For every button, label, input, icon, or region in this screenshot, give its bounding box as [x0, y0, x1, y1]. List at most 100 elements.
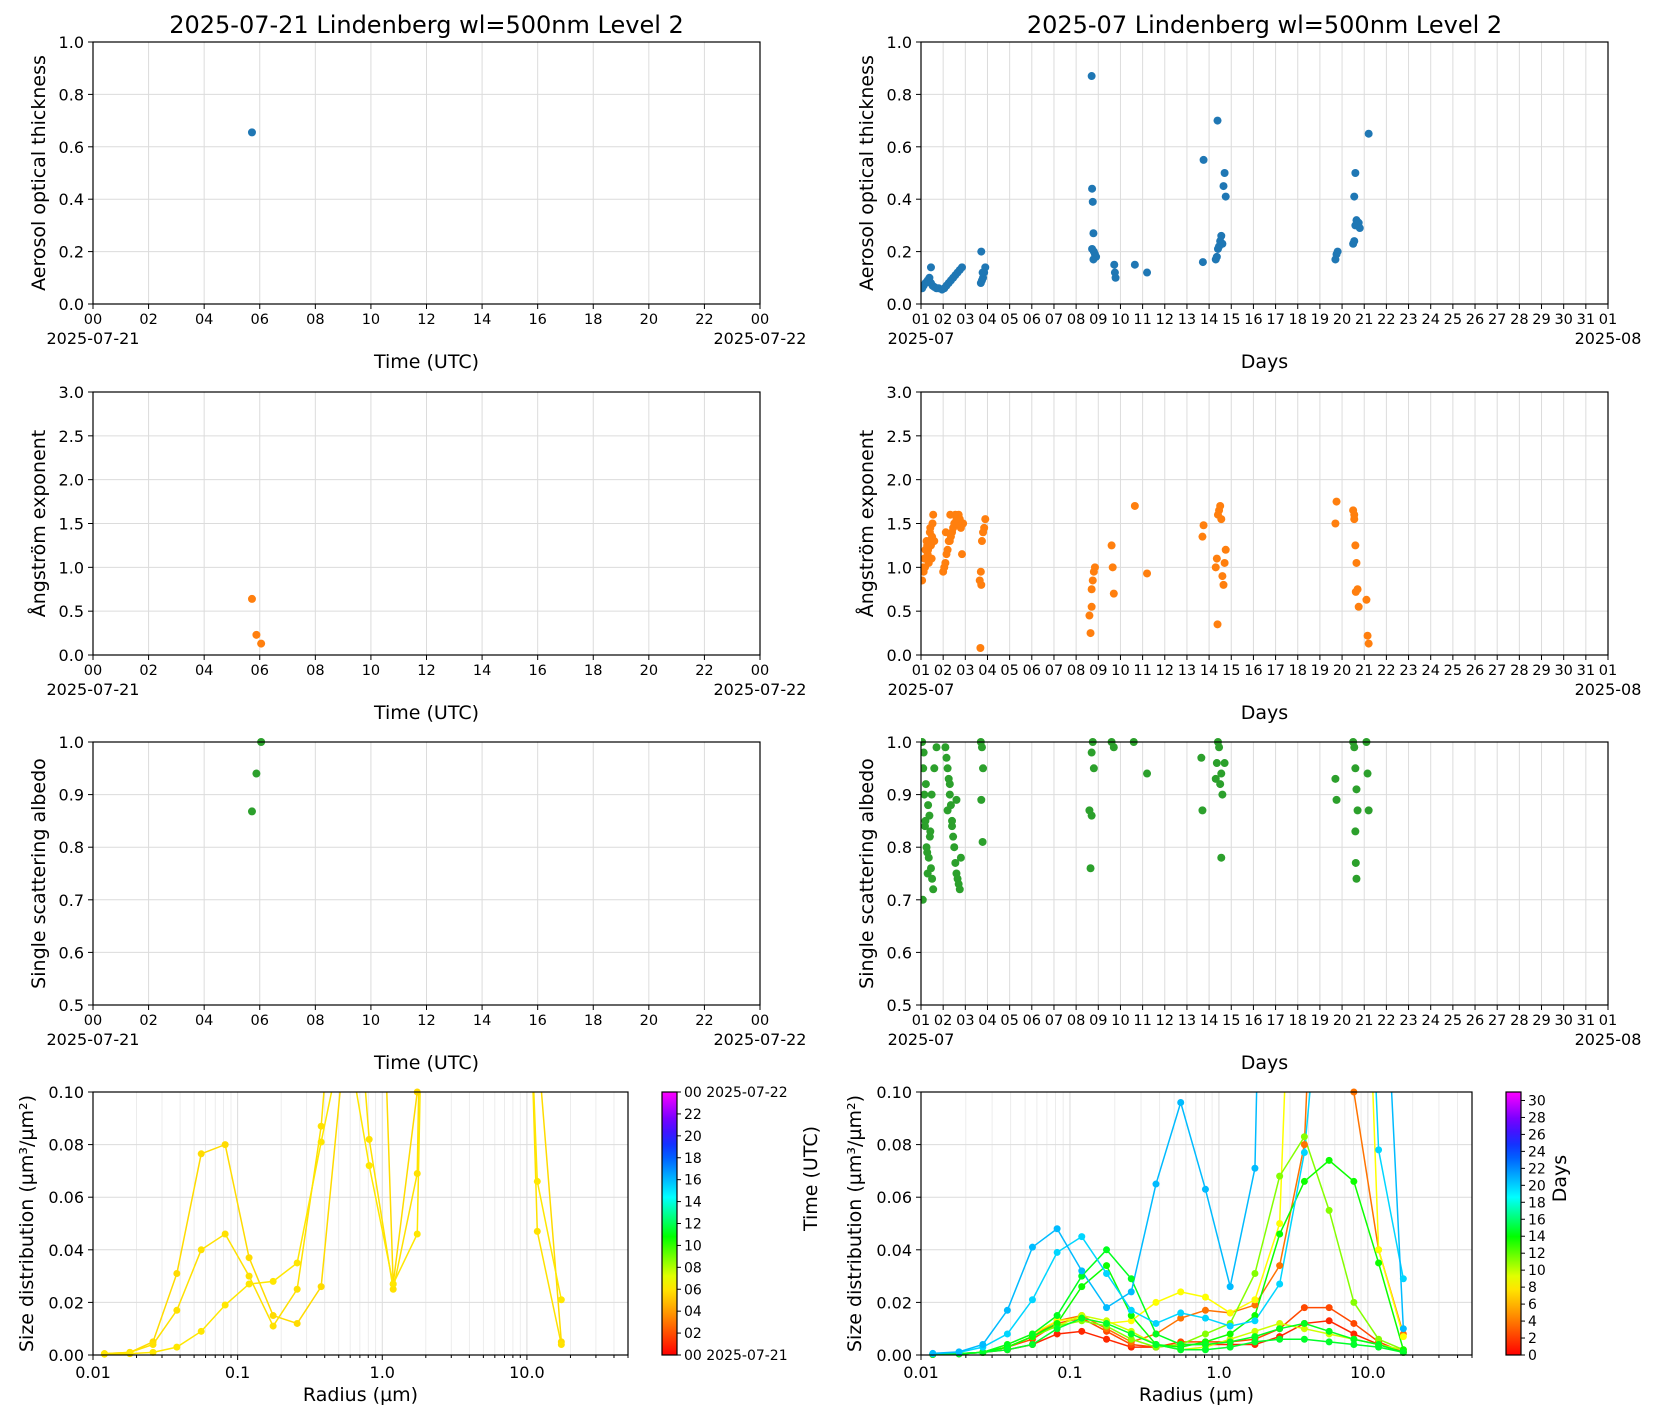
- data-point: [1351, 827, 1360, 836]
- series-point: [1325, 1206, 1333, 1214]
- data-point: [981, 515, 990, 524]
- x-tick-label: 06: [1023, 1013, 1041, 1029]
- x-tick-label: 00: [751, 663, 769, 679]
- y-axis-label: Aerosol optical thickness: [856, 55, 878, 291]
- data-point: [941, 743, 950, 752]
- x-tick-label: 28: [1510, 312, 1528, 328]
- data-point: [1350, 237, 1359, 246]
- series-point: [1127, 1275, 1135, 1283]
- series-point: [1103, 1335, 1111, 1343]
- colorbar-tick-label: 00 2025-07-22: [684, 1085, 788, 1101]
- x-tick-label: 18: [1289, 312, 1307, 328]
- data-point: [926, 263, 935, 272]
- data-point: [924, 801, 933, 810]
- y-axis-label: Aerosol optical thickness: [28, 55, 50, 291]
- x-tick-label: 26: [1466, 1013, 1484, 1029]
- data-point: [929, 510, 938, 519]
- colorbar-tick-label: 22: [684, 1107, 702, 1123]
- x-tick-label: 14: [1200, 312, 1218, 328]
- x-tick-label: 04: [978, 312, 996, 328]
- series-point: [1152, 1298, 1160, 1306]
- data-point: [925, 811, 934, 820]
- x-tick-label: 25: [1444, 1013, 1462, 1029]
- data-point: [1220, 169, 1229, 177]
- data-point: [1108, 563, 1117, 572]
- series-point: [1300, 1319, 1308, 1327]
- x-tick-label: 00: [751, 1013, 769, 1029]
- data-point: [1089, 229, 1098, 238]
- series-point: [293, 1319, 301, 1327]
- data-point: [1215, 743, 1224, 752]
- x-tick-label: 22: [1377, 312, 1395, 328]
- series-point: [1226, 1322, 1234, 1330]
- x-tick-label: 13: [1178, 312, 1196, 328]
- data-point: [949, 832, 958, 841]
- series-point: [1350, 1177, 1358, 1185]
- x-tick-label: 06: [251, 312, 269, 328]
- y-tick-label: 0.6: [59, 943, 84, 962]
- x-tick-label: 01: [1599, 312, 1617, 328]
- x-tick-label: 16: [1244, 1013, 1262, 1029]
- x-tick-label: 10: [1111, 1013, 1129, 1029]
- series-point: [1152, 1319, 1160, 1327]
- y-tick-label: 3.0: [59, 383, 84, 402]
- colorbar-tick-label: 20: [684, 1129, 702, 1145]
- data-point: [979, 764, 988, 773]
- data-point: [1197, 753, 1206, 762]
- data-point: [1088, 197, 1097, 206]
- colorbar-tick-label: 12: [1528, 1246, 1546, 1262]
- data-point: [1198, 532, 1207, 541]
- x-tick-label: 18: [1289, 663, 1307, 679]
- series-point: [1103, 1246, 1111, 1254]
- x-tick-label: 21: [1355, 1013, 1373, 1029]
- colorbar-tick-label: 10: [1528, 1263, 1546, 1279]
- x-tick-label: 04: [978, 663, 996, 679]
- x-tick-label: 12: [1156, 1013, 1174, 1029]
- y-tick-label: 0.8: [59, 85, 84, 104]
- series-point: [245, 1272, 253, 1280]
- series-point: [1078, 1327, 1086, 1335]
- series-point: [149, 1340, 157, 1348]
- data-point: [1087, 72, 1096, 81]
- data-point: [980, 523, 989, 532]
- series-point: [1325, 1156, 1333, 1164]
- data-point: [942, 753, 951, 762]
- x-tick-label: 19: [1311, 663, 1329, 679]
- x-tick-label: 0.01: [903, 1363, 939, 1382]
- series-point: [1325, 1304, 1333, 1312]
- x-tick-label: 18: [584, 312, 602, 328]
- colorbar-sd-day: 00 2025-07-21 02 04 06 08 10 12 14 16 18 20 22 00 20…: [661, 1085, 822, 1364]
- x-tick-label: 21: [1355, 312, 1373, 328]
- y-axis-label: Size distribution (µm³/µm²): [844, 1095, 866, 1352]
- x-tick-label: 18: [584, 663, 602, 679]
- x-tick-label: 04: [195, 663, 213, 679]
- colorbar-tick-label: 0: [1528, 1348, 1537, 1364]
- data-point: [1216, 501, 1225, 510]
- y-tick-label: 0.0: [59, 295, 84, 314]
- x-axis-label: Time (UTC): [373, 351, 479, 373]
- y-tick-label: 2.0: [887, 471, 912, 490]
- x-tick-label: 01: [912, 312, 930, 328]
- x-tick-label: 00: [84, 312, 102, 328]
- series-line: [932, 1092, 1405, 1355]
- x-tick-label: 08: [1067, 1013, 1085, 1029]
- data-point: [977, 580, 986, 589]
- series-point: [1127, 1288, 1135, 1296]
- data-point: [1087, 811, 1096, 820]
- x-tick-label: 14: [473, 1013, 491, 1029]
- data-point: [1216, 780, 1225, 789]
- data-point: [252, 769, 261, 778]
- data-point: [1089, 255, 1098, 264]
- data-point: [1217, 769, 1226, 778]
- data-point: [1212, 252, 1221, 261]
- data-point: [946, 510, 955, 519]
- data-point: [252, 630, 261, 639]
- series-point: [1276, 1230, 1284, 1238]
- x-tick-label: 25: [1444, 663, 1462, 679]
- colorbar-tick-label: 14: [684, 1195, 702, 1211]
- y-tick-label: 0.04: [48, 1241, 84, 1260]
- data-point: [1221, 192, 1230, 201]
- series-point: [1300, 1141, 1308, 1149]
- data-point: [1218, 572, 1227, 581]
- y-tick-label: 0.10: [48, 1083, 84, 1102]
